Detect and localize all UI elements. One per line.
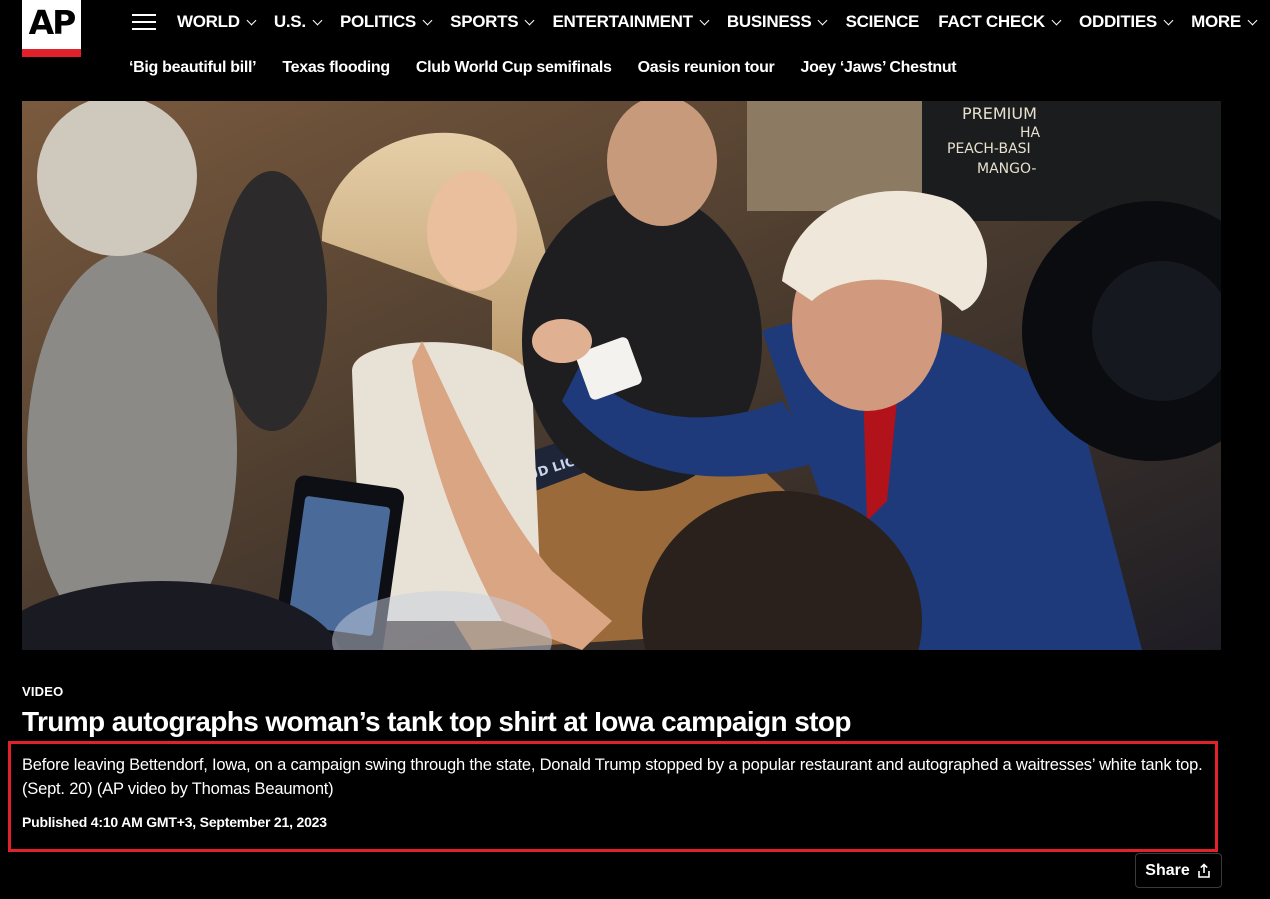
nav-item-business[interactable]: BUSINESS	[726, 12, 828, 32]
trending-link[interactable]: Joey ‘Jaws’ Chestnut	[800, 59, 956, 77]
nav-item-label: POLITICS	[339, 12, 416, 31]
nav-item-world[interactable]: WORLD	[177, 12, 257, 32]
nav-item-label: ODDITIES	[1079, 12, 1157, 31]
article-description: Before leaving Bettendorf, Iowa, on a ca…	[22, 756, 1203, 798]
nav-item-science[interactable]: SCIENCE	[845, 12, 920, 32]
chevron-down-icon	[422, 15, 433, 25]
nav-item-more[interactable]: MORE	[1191, 12, 1258, 32]
nav-item-label: BUSINESS	[726, 12, 812, 31]
nav-item-label: FACT CHECK	[938, 12, 1045, 31]
nav-item-label: SCIENCE	[845, 12, 920, 31]
logo-red-bar	[22, 49, 81, 57]
logo-text: AP	[28, 3, 77, 42]
share-button[interactable]: Share	[1135, 853, 1222, 888]
nav-item-entertainment[interactable]: ENTERTAINMENT	[552, 12, 710, 32]
hamburger-menu-icon[interactable]	[132, 14, 156, 30]
nav-item-us[interactable]: U.S.	[273, 12, 323, 32]
nav-item-label: U.S.	[273, 12, 306, 31]
nav-item-sports[interactable]: SPORTS	[450, 12, 535, 32]
published-timestamp: Published 4:10 AM GMT+3, September 21, 2…	[22, 814, 327, 830]
share-button-label: Share	[1145, 861, 1190, 879]
nav-item-politics[interactable]: POLITICS	[339, 12, 433, 32]
highlighted-description-box: Before leaving Bettendorf, Iowa, on a ca…	[8, 741, 1218, 852]
chevron-down-icon	[1163, 15, 1174, 25]
chevron-down-icon	[699, 15, 710, 25]
video-frame-image: PREMIUM HA PEACH-BASI MANGO- BUD LIG	[22, 101, 1221, 650]
nav-item-label: SPORTS	[450, 12, 519, 31]
chevron-down-icon	[246, 15, 257, 25]
trending-topics-bar: ‘Big beautiful bill’ Texas flooding Club…	[129, 57, 957, 79]
nav-item-oddities[interactable]: ODDITIES	[1079, 12, 1174, 32]
main-nav: WORLD U.S. POLITICS SPORTS ENTERTAINMENT…	[177, 10, 1258, 34]
chalkboard-line: PREMIUM	[962, 104, 1037, 123]
page: AP WORLD U.S. POLITICS SPORTS ENTERTAINM…	[0, 0, 1270, 899]
trending-link[interactable]: Club World Cup semifinals	[416, 59, 612, 77]
nav-item-label: ENTERTAINMENT	[552, 12, 693, 31]
trending-link[interactable]: ‘Big beautiful bill’	[129, 59, 257, 77]
chalkboard-line: HA	[1020, 125, 1041, 141]
chalkboard-line: MANGO-	[977, 161, 1036, 177]
share-icon	[1197, 862, 1210, 878]
chevron-down-icon	[312, 15, 323, 25]
nav-item-label: WORLD	[177, 12, 240, 31]
chevron-down-icon	[524, 15, 535, 25]
video-player[interactable]: PREMIUM HA PEACH-BASI MANGO- BUD LIG	[22, 101, 1221, 650]
trending-link[interactable]: Oasis reunion tour	[638, 59, 775, 77]
chevron-down-icon	[817, 15, 828, 25]
chevron-down-icon	[1247, 15, 1258, 25]
content-type-label: VIDEO	[22, 684, 64, 699]
trending-link[interactable]: Texas flooding	[282, 59, 390, 77]
nav-item-label: MORE	[1191, 12, 1241, 31]
article-headline: Trump autographs woman’s tank top shirt …	[22, 706, 852, 737]
ap-logo[interactable]: AP	[22, 0, 81, 57]
chevron-down-icon	[1051, 15, 1062, 25]
chalkboard-line: PEACH-BASI	[947, 141, 1031, 157]
nav-item-fact-check[interactable]: FACT CHECK	[938, 12, 1062, 32]
